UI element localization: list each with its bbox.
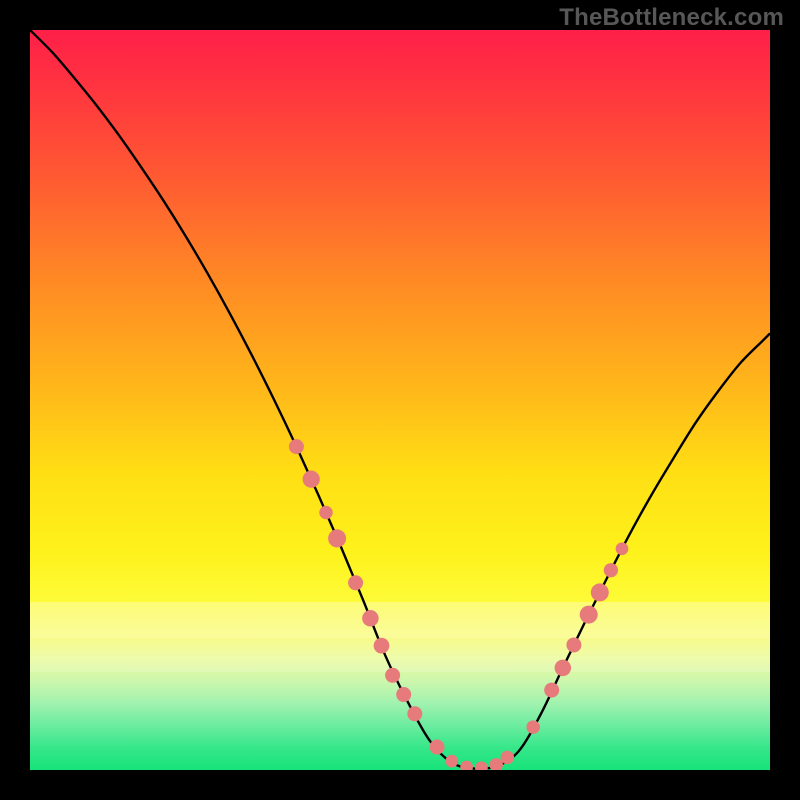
marker-group bbox=[289, 439, 628, 770]
chart-frame: TheBottleneck.com bbox=[0, 0, 800, 800]
data-marker bbox=[489, 758, 503, 770]
data-marker bbox=[460, 761, 473, 770]
data-marker bbox=[396, 687, 411, 702]
curve-svg bbox=[30, 30, 770, 770]
data-marker bbox=[289, 439, 304, 454]
data-marker bbox=[526, 720, 540, 734]
data-marker bbox=[303, 471, 320, 488]
data-marker bbox=[328, 529, 346, 547]
plot-area bbox=[30, 30, 770, 770]
data-marker bbox=[445, 755, 458, 768]
data-marker bbox=[407, 706, 422, 721]
data-marker bbox=[544, 683, 559, 698]
data-marker bbox=[501, 751, 515, 765]
data-marker bbox=[374, 638, 390, 654]
data-marker bbox=[580, 606, 598, 624]
watermark-text: TheBottleneck.com bbox=[559, 4, 784, 32]
data-marker bbox=[348, 575, 363, 590]
bottleneck-curve bbox=[30, 30, 770, 769]
data-marker bbox=[319, 506, 333, 519]
data-marker bbox=[555, 660, 572, 677]
data-marker bbox=[566, 637, 581, 652]
data-marker bbox=[591, 583, 609, 601]
data-marker bbox=[604, 563, 618, 577]
data-marker bbox=[430, 740, 445, 755]
data-marker bbox=[362, 610, 379, 627]
data-marker bbox=[385, 668, 400, 683]
data-marker bbox=[475, 761, 488, 770]
data-marker bbox=[616, 542, 629, 555]
